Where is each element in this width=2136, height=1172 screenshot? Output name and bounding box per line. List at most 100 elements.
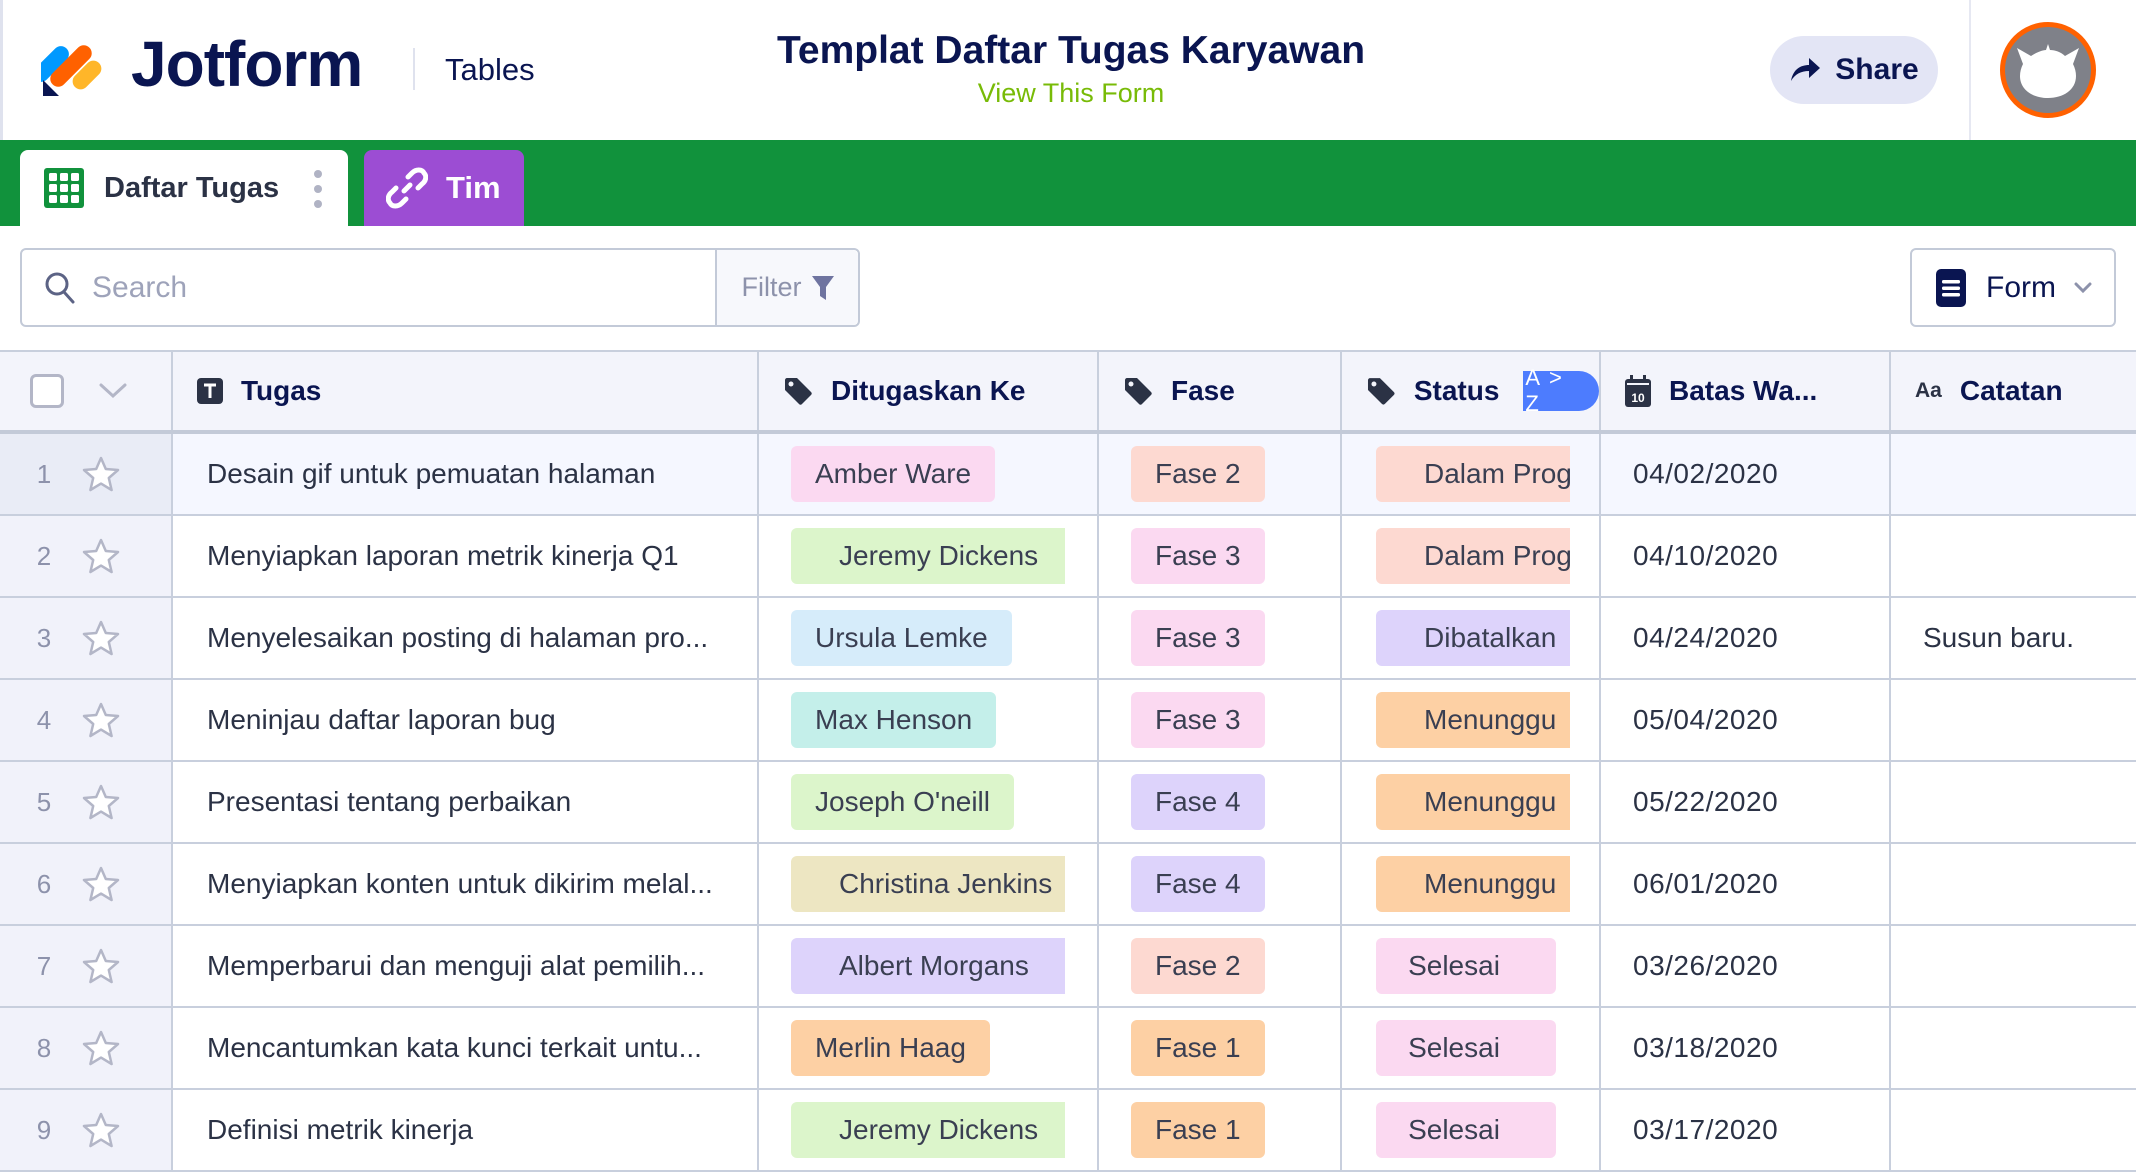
status-chip[interactable]: Dalam Progr	[1376, 446, 1570, 502]
cell-catatan[interactable]	[1891, 926, 2136, 1006]
status-chip[interactable]: Dalam Progr	[1376, 528, 1570, 584]
status-chip[interactable]: Dibatalkan	[1376, 610, 1570, 666]
cell-batas-waktu[interactable]: 04/10/2020	[1601, 516, 1891, 596]
star-icon[interactable]	[82, 1112, 120, 1148]
status-chip[interactable]: Selesai	[1376, 1020, 1556, 1076]
cell-batas-waktu[interactable]: 04/24/2020	[1601, 598, 1891, 678]
cell-batas-waktu[interactable]: 04/02/2020	[1601, 434, 1891, 514]
cell-status[interactable]: Selesai	[1342, 1008, 1601, 1088]
cell-fase[interactable]: Fase 3	[1099, 516, 1342, 596]
phase-chip[interactable]: Fase 3	[1131, 610, 1265, 666]
cell-status[interactable]: Menunggu	[1342, 762, 1601, 842]
cell-status[interactable]: Dalam Progr	[1342, 434, 1601, 514]
status-chip[interactable]: Menunggu	[1376, 774, 1570, 830]
cell-catatan[interactable]	[1891, 844, 2136, 924]
cell-ditugaskan-ke[interactable]: Jeremy Dickens	[759, 516, 1099, 596]
cell-ditugaskan-ke[interactable]: Ursula Lemke	[759, 598, 1099, 678]
cell-tugas[interactable]: Menyiapkan laporan metrik kinerja Q1	[173, 516, 759, 596]
cell-status[interactable]: Selesai	[1342, 1090, 1601, 1170]
star-icon[interactable]	[82, 620, 120, 656]
table-row[interactable]: 4 Meninjau daftar laporan bug Max Henson…	[0, 680, 2136, 762]
table-row[interactable]: 7 Memperbarui dan menguji alat pemilih..…	[0, 926, 2136, 1008]
cell-batas-waktu[interactable]: 05/04/2020	[1601, 680, 1891, 760]
cell-fase[interactable]: Fase 4	[1099, 844, 1342, 924]
phase-chip[interactable]: Fase 2	[1131, 938, 1265, 994]
cell-tugas[interactable]: Mencantumkan kata kunci terkait untu...	[173, 1008, 759, 1088]
phase-chip[interactable]: Fase 4	[1131, 774, 1265, 830]
cell-tugas[interactable]: Meninjau daftar laporan bug	[173, 680, 759, 760]
cell-fase[interactable]: Fase 3	[1099, 680, 1342, 760]
cell-catatan[interactable]: Susun baru.	[1891, 598, 2136, 678]
share-button[interactable]: Share	[1770, 36, 1938, 104]
table-row[interactable]: 8 Mencantumkan kata kunci terkait untu..…	[0, 1008, 2136, 1090]
phase-chip[interactable]: Fase 4	[1131, 856, 1265, 912]
table-row[interactable]: 5 Presentasi tentang perbaikan Joseph O'…	[0, 762, 2136, 844]
cell-batas-waktu[interactable]: 06/01/2020	[1601, 844, 1891, 924]
cell-catatan[interactable]	[1891, 762, 2136, 842]
cell-fase[interactable]: Fase 2	[1099, 926, 1342, 1006]
status-chip[interactable]: Selesai	[1376, 1102, 1556, 1158]
cell-catatan[interactable]	[1891, 516, 2136, 596]
assignee-chip[interactable]: Max Henson	[791, 692, 997, 748]
cell-fase[interactable]: Fase 1	[1099, 1090, 1342, 1170]
assignee-chip[interactable]: Albert Morgans	[791, 938, 1065, 994]
cell-status[interactable]: Selesai	[1342, 926, 1601, 1006]
cell-tugas[interactable]: Desain gif untuk pemuatan halaman	[173, 434, 759, 514]
assignee-chip[interactable]: Jeremy Dickens	[791, 528, 1065, 584]
assignee-chip[interactable]: Ursula Lemke	[791, 610, 1012, 666]
status-chip[interactable]: Selesai	[1376, 938, 1556, 994]
sort-badge[interactable]: A > Z	[1523, 365, 1599, 416]
table-row[interactable]: 3 Menyelesaikan posting di halaman pro..…	[0, 598, 2136, 680]
cell-ditugaskan-ke[interactable]: Christina Jenkins	[759, 844, 1099, 924]
cell-fase[interactable]: Fase 4	[1099, 762, 1342, 842]
assignee-chip[interactable]: Merlin Haag	[791, 1020, 990, 1076]
star-icon[interactable]	[82, 1030, 120, 1066]
cell-batas-waktu[interactable]: 03/26/2020	[1601, 926, 1891, 1006]
assignee-chip[interactable]: Joseph O'neill	[791, 774, 1014, 830]
cell-tugas[interactable]: Menyelesaikan posting di halaman pro...	[173, 598, 759, 678]
phase-chip[interactable]: Fase 1	[1131, 1102, 1265, 1158]
chevron-down-icon[interactable]	[98, 382, 128, 400]
cell-catatan[interactable]	[1891, 680, 2136, 760]
cell-tugas[interactable]: Presentasi tentang perbaikan	[173, 762, 759, 842]
cell-ditugaskan-ke[interactable]: Max Henson	[759, 680, 1099, 760]
column-header-tugas[interactable]: Tugas	[173, 352, 759, 430]
tab-menu-icon[interactable]	[314, 170, 322, 208]
star-icon[interactable]	[82, 948, 120, 984]
cell-status[interactable]: Dibatalkan	[1342, 598, 1601, 678]
star-icon[interactable]	[82, 784, 120, 820]
assignee-chip[interactable]: Jeremy Dickens	[791, 1102, 1065, 1158]
form-view-dropdown[interactable]: Form	[1910, 248, 2116, 327]
column-header-status[interactable]: Status A > Z	[1342, 352, 1601, 430]
star-icon[interactable]	[82, 456, 120, 492]
table-row[interactable]: 6 Menyiapkan konten untuk dikirim melal.…	[0, 844, 2136, 926]
column-header-catatan[interactable]: Aa Catatan	[1891, 352, 2136, 430]
phase-chip[interactable]: Fase 3	[1131, 528, 1265, 584]
table-row[interactable]: 2 Menyiapkan laporan metrik kinerja Q1 J…	[0, 516, 2136, 598]
status-chip[interactable]: Menunggu	[1376, 856, 1570, 912]
star-icon[interactable]	[82, 702, 120, 738]
table-row[interactable]: 1 Desain gif untuk pemuatan halaman Ambe…	[0, 434, 2136, 516]
brand-name[interactable]: Jotform	[131, 24, 363, 104]
cell-ditugaskan-ke[interactable]: Joseph O'neill	[759, 762, 1099, 842]
phase-chip[interactable]: Fase 2	[1131, 446, 1265, 502]
filter-button[interactable]: Filter	[715, 250, 858, 325]
cell-catatan[interactable]	[1891, 1008, 2136, 1088]
cell-tugas[interactable]: Menyiapkan konten untuk dikirim melal...	[173, 844, 759, 924]
user-avatar[interactable]	[2000, 22, 2096, 118]
tab-daftar-tugas[interactable]: Daftar Tugas	[20, 150, 348, 226]
assignee-chip[interactable]: Amber Ware	[791, 446, 996, 502]
jotform-logo-icon[interactable]	[41, 30, 103, 96]
status-chip[interactable]: Menunggu	[1376, 692, 1570, 748]
phase-chip[interactable]: Fase 3	[1131, 692, 1265, 748]
cell-ditugaskan-ke[interactable]: Jeremy Dickens	[759, 1090, 1099, 1170]
search-input[interactable]	[92, 270, 652, 305]
cell-status[interactable]: Menunggu	[1342, 844, 1601, 924]
cell-ditugaskan-ke[interactable]: Merlin Haag	[759, 1008, 1099, 1088]
cell-fase[interactable]: Fase 2	[1099, 434, 1342, 514]
cell-catatan[interactable]	[1891, 434, 2136, 514]
star-icon[interactable]	[82, 538, 120, 574]
star-icon[interactable]	[82, 866, 120, 902]
select-all-checkbox[interactable]	[30, 374, 64, 408]
cell-batas-waktu[interactable]: 03/18/2020	[1601, 1008, 1891, 1088]
